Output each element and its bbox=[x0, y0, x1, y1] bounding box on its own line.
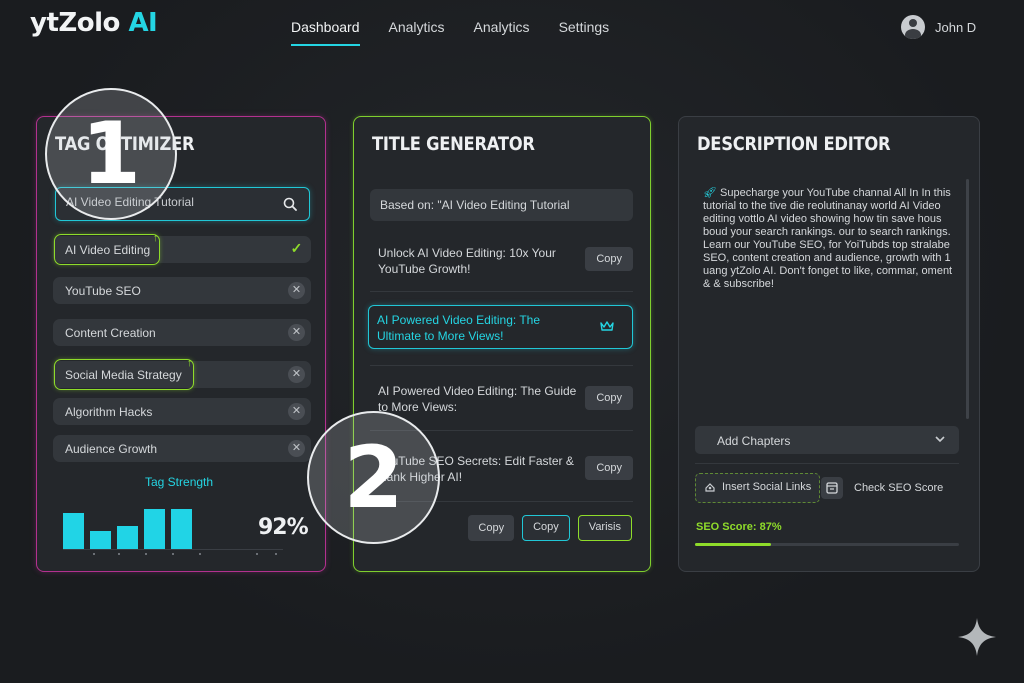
add-chapters-dropdown[interactable]: Add Chapters bbox=[695, 426, 959, 454]
avatar[interactable] bbox=[901, 15, 925, 39]
copy-button[interactable]: Copy bbox=[585, 247, 633, 271]
top-bar: ytZolo AI Dashboard Analytics Analytics … bbox=[0, 0, 1024, 58]
add-chapters-label: Add Chapters bbox=[717, 434, 791, 448]
tag-strength-chart bbox=[63, 499, 233, 549]
seo-score-text: SEO Score: 87% bbox=[696, 521, 782, 533]
seo-score-fill bbox=[695, 543, 771, 546]
check-icon[interactable]: ✓ bbox=[288, 240, 305, 257]
copy-button[interactable]: Copy bbox=[585, 386, 633, 410]
description-textarea[interactable]: 🚀︎ Supecharge your YouTube channal All I… bbox=[703, 187, 958, 291]
link-icon bbox=[705, 483, 715, 492]
strength-bar bbox=[171, 509, 192, 549]
remove-tag-icon[interactable]: ✕ bbox=[288, 324, 305, 341]
app-logo[interactable]: ytZolo AI bbox=[30, 8, 158, 38]
remove-tag-icon[interactable]: ✕ bbox=[288, 282, 305, 299]
trend-up-icon: ↑ bbox=[153, 232, 159, 244]
sparkle-icon bbox=[958, 618, 996, 656]
card-title: TITLE GENERATOR bbox=[372, 133, 535, 155]
strength-bar bbox=[63, 513, 84, 549]
title-suggestion-selected[interactable]: AI Powered Video Editing: The Ultimate t… bbox=[368, 305, 633, 349]
axis-tick bbox=[172, 553, 174, 555]
based-on-text: Based on: "AI Video Editing Tutorial bbox=[380, 198, 570, 212]
search-icon[interactable] bbox=[283, 197, 297, 211]
tag-item[interactable]: Content Creation ✕ bbox=[53, 319, 311, 346]
seo-score-bar bbox=[695, 543, 959, 546]
copy-selected-button[interactable]: Copy bbox=[522, 515, 570, 541]
remove-tag-icon[interactable]: ✕ bbox=[288, 366, 305, 383]
axis-tick bbox=[145, 553, 147, 555]
axis-tick bbox=[93, 553, 95, 555]
logo-text: ytZolo bbox=[30, 8, 120, 38]
main-nav: Dashboard Analytics Analytics Settings bbox=[281, 19, 638, 46]
tag-item[interactable]: YouTube SEO ✕ bbox=[53, 277, 311, 304]
tag-item[interactable]: Social Media Strategy ↑ ✕ bbox=[53, 357, 311, 390]
nav-analytics-2[interactable]: Analytics bbox=[474, 19, 530, 46]
insert-social-links-button[interactable]: Insert Social Links bbox=[695, 473, 821, 503]
logo-ai-text: AI bbox=[128, 8, 158, 38]
chart-axis bbox=[63, 549, 283, 550]
crown-icon bbox=[600, 321, 614, 331]
title-suggestion[interactable]: Unlock AI Video Editing: 10x Your YouTub… bbox=[370, 241, 633, 292]
user-menu[interactable]: John D bbox=[901, 15, 976, 39]
title-suggestion-text: Unlock AI Video Editing: 10x Your YouTub… bbox=[378, 246, 556, 276]
tag-label: Social Media Strategy bbox=[65, 368, 182, 382]
action-buttons: Copy Copy Varisis bbox=[460, 515, 632, 541]
check-seo-score-button[interactable]: Check SEO Score bbox=[854, 482, 943, 494]
tag-label: YouTube SEO bbox=[65, 284, 141, 298]
tag-item[interactable]: Audience Growth ✕ bbox=[53, 435, 311, 462]
tag-item[interactable]: AI Video Editing ↑ ✓ bbox=[53, 232, 311, 265]
strength-bar bbox=[90, 531, 111, 549]
axis-tick bbox=[118, 553, 120, 555]
step-2-badge: 2 bbox=[307, 411, 440, 544]
nav-analytics[interactable]: Analytics bbox=[389, 19, 445, 46]
tag-strength-value: 92% bbox=[258, 515, 309, 540]
axis-tick bbox=[275, 553, 277, 555]
insert-social-links-label: Insert Social Links bbox=[722, 481, 812, 493]
chevron-down-icon bbox=[935, 436, 945, 443]
trend-up-icon: ↑ bbox=[187, 357, 193, 369]
rocket-icon: 🚀︎ bbox=[703, 187, 717, 199]
copy-button[interactable]: Copy bbox=[585, 456, 633, 480]
copy-button[interactable]: Copy bbox=[468, 515, 515, 541]
divider bbox=[695, 463, 959, 464]
strength-bar bbox=[144, 509, 165, 549]
remove-tag-icon[interactable]: ✕ bbox=[288, 440, 305, 457]
variations-button[interactable]: Varisis bbox=[577, 515, 632, 541]
tag-item[interactable]: Algorithm Hacks ✕ bbox=[53, 398, 311, 425]
description-body: Supecharge your YouTube channal All In I… bbox=[703, 187, 953, 290]
step-1-badge: 1 bbox=[45, 88, 177, 220]
card-title: DESCRIPTION EDITOR bbox=[697, 133, 891, 155]
nav-settings[interactable]: Settings bbox=[559, 19, 610, 46]
title-suggestion[interactable]: AI Powered Video Editing: The Guide to M… bbox=[370, 365, 633, 431]
divider bbox=[370, 291, 633, 292]
scrollbar[interactable] bbox=[966, 179, 969, 419]
strength-bar bbox=[117, 526, 138, 549]
tag-label: Algorithm Hacks bbox=[65, 405, 153, 419]
tag-label: Content Creation bbox=[65, 326, 156, 340]
tag-label: AI Video Editing bbox=[65, 243, 151, 257]
nav-dashboard[interactable]: Dashboard bbox=[291, 19, 360, 46]
calendar-icon[interactable] bbox=[821, 477, 843, 499]
user-name: John D bbox=[935, 19, 977, 35]
title-suggestion-text: AI Powered Video Editing: The Guide to M… bbox=[378, 384, 577, 414]
tag-label: Audience Growth bbox=[65, 442, 158, 456]
tag-strength-label: Tag Strength bbox=[145, 475, 214, 489]
title-suggestion-text: AI Powered Video Editing: The Ultimate t… bbox=[377, 313, 540, 343]
remove-tag-icon[interactable]: ✕ bbox=[288, 403, 305, 420]
based-on-bar: Based on: "AI Video Editing Tutorial bbox=[370, 189, 633, 221]
axis-tick bbox=[199, 553, 201, 555]
description-editor-card: DESCRIPTION EDITOR 🚀︎ Supecharge your Yo… bbox=[678, 116, 980, 572]
axis-tick bbox=[256, 553, 258, 555]
divider bbox=[370, 365, 633, 366]
